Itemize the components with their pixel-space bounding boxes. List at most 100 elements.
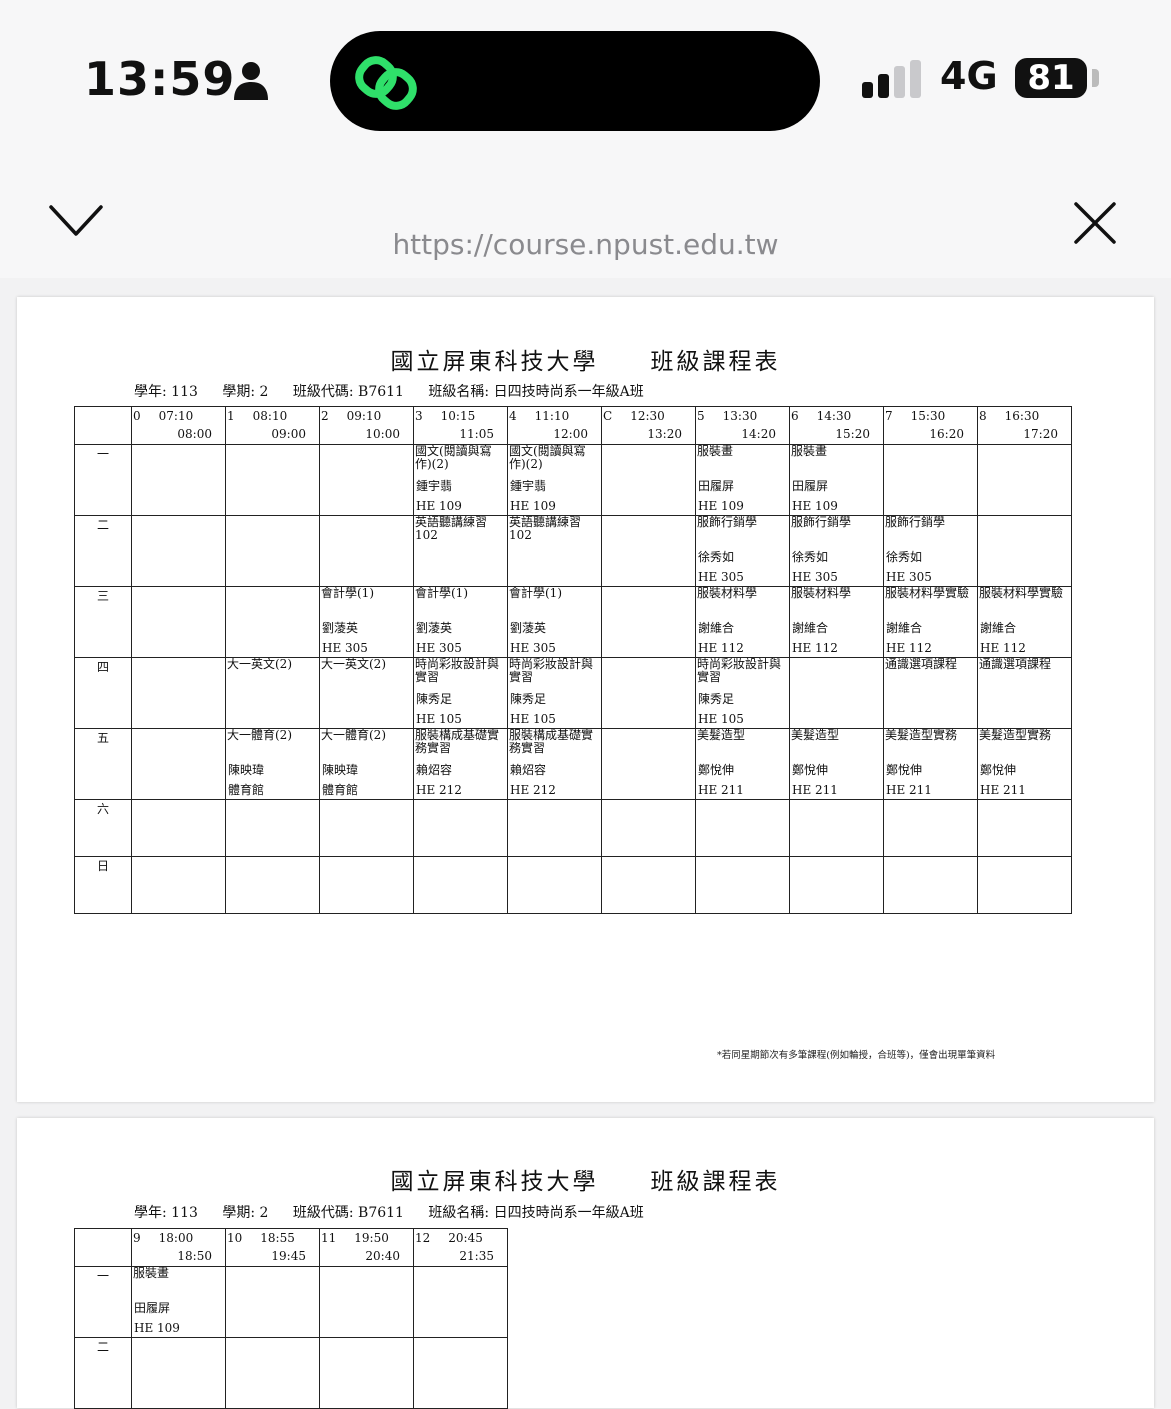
course-cell[interactable]: 國文(閱讀與寫作)(2) 鍾宇翡 HE 109 (413, 444, 508, 516)
browser-nav-bar: https://course.npust.edu.tw (0, 160, 1171, 278)
teacher-name: 賴炤容 (510, 763, 547, 777)
period-header: 4 11:10 12:00 (507, 406, 602, 445)
empty-cell (789, 799, 884, 857)
teacher-name: 謝維合 (792, 621, 829, 635)
course-cell[interactable]: 美髮造型 鄭悅伸 HE 211 (789, 728, 884, 800)
course-cell[interactable]: 服裝構成基礎實務實習 賴炤容 HE 212 (413, 728, 508, 800)
period-number: 8 (979, 409, 987, 423)
empty-cell (131, 515, 226, 587)
cellular-signal-icon (862, 60, 921, 98)
empty-cell (883, 799, 978, 857)
course-cell[interactable]: 時尚彩妝設計與實習 陳秀足 HE 105 (695, 657, 790, 729)
room: HE 305 (698, 570, 744, 584)
course-cell[interactable]: 英語聽講練習 102 (413, 515, 508, 587)
course-cell[interactable]: 國文(閱讀與寫作)(2) 鍾宇翡 HE 109 (507, 444, 602, 516)
room: HE 105 (510, 712, 556, 726)
empty-cell (225, 515, 320, 587)
course-cell[interactable]: 服裝材料學 謝維合 HE 112 (789, 586, 884, 658)
empty-cell (789, 856, 884, 914)
period-number: 9 (133, 1231, 141, 1245)
period-number: 12 (415, 1231, 431, 1245)
course-name: 時尚彩妝設計與實習 (415, 657, 500, 684)
course-cell[interactable]: 服裝畫 田履屏 HE 109 (131, 1266, 226, 1338)
period-number: 10 (227, 1231, 243, 1245)
period-header: 0 07:10 08:00 (131, 406, 226, 445)
period-start: 18:00 (158, 1231, 194, 1245)
course-cell[interactable]: 時尚彩妝設計與實習 陳秀足 HE 105 (507, 657, 602, 729)
course-cell[interactable]: 美髮造型實務 鄭悅伸 HE 211 (883, 728, 978, 800)
period-number: 3 (415, 409, 423, 423)
room: HE 109 (416, 499, 462, 513)
empty-cell (131, 586, 226, 658)
day-label: 一 (74, 1266, 132, 1338)
teacher-name: 鄭悅伸 (698, 763, 735, 777)
course-cell[interactable]: 大一英文(2) (225, 657, 320, 729)
link-app-icon (355, 56, 417, 110)
battery-icon: 81 (1015, 58, 1087, 98)
period-start: 14:30 (816, 409, 852, 423)
course-cell[interactable]: 服飾行銷學 徐秀如 HE 305 (883, 515, 978, 587)
empty-cell (413, 1337, 508, 1409)
close-icon[interactable] (1072, 200, 1118, 246)
period-start: 10:15 (440, 409, 476, 423)
course-cell[interactable]: 大一英文(2) (319, 657, 414, 729)
class-code: 班級代碼: B7611 (292, 1205, 404, 1221)
course-cell[interactable]: 服裝材料學實驗 謝維合 HE 112 (883, 586, 978, 658)
course-cell[interactable]: 服飾行銷學 徐秀如 HE 305 (695, 515, 790, 587)
period-number: 6 (791, 409, 799, 423)
period-number: 2 (321, 409, 329, 423)
course-name: 服裝構成基礎實務實習 (509, 728, 594, 755)
course-name: 美髮造型實務 (979, 728, 1052, 742)
course-cell[interactable]: 服裝構成基礎實務實習 賴炤容 HE 212 (507, 728, 602, 800)
course-name: 國文(閱讀與寫作)(2) (509, 444, 586, 471)
course-cell[interactable]: 通識選項課程 (977, 657, 1072, 729)
course-cell[interactable]: 服裝材料學實驗 謝維合 HE 112 (977, 586, 1072, 658)
course-cell[interactable]: 英語聽講練習 102 (507, 515, 602, 587)
empty-cell (601, 657, 696, 729)
course-name: 服裝畫 (697, 444, 734, 458)
course-name: 大一英文(2) (321, 657, 386, 671)
course-cell[interactable]: 大一體育(2) 陳映瑋 體育館 (319, 728, 414, 800)
course-name: 美髮造型實務 (885, 728, 958, 742)
url-label[interactable]: https://course.npust.edu.tw (0, 228, 1171, 261)
period-end: 18:50 (177, 1249, 212, 1263)
period-start: 18:55 (260, 1231, 295, 1245)
course-cell[interactable]: 通識選項課程 (883, 657, 978, 729)
period-start: 08:10 (252, 409, 288, 423)
empty-cell (225, 586, 320, 658)
period-number: 0 (133, 409, 141, 423)
course-cell[interactable]: 會計學(1) 劉蓤英 HE 305 (507, 586, 602, 658)
course-cell[interactable]: 美髮造型實務 鄭悅伸 HE 211 (977, 728, 1072, 800)
period-end: 20:40 (365, 1249, 400, 1263)
period-end: 21:35 (459, 1249, 494, 1263)
period-start: 15:30 (910, 409, 946, 423)
day-row: 一 國文(閱讀與寫作)(2) 鍾宇翡 HE 109 國文(閱讀與寫作)(2) 鍾宇翡 HE … (74, 444, 1072, 516)
course-cell[interactable]: 美髮造型 鄭悅伸 HE 211 (695, 728, 790, 800)
course-name: 會計學(1) (415, 586, 468, 600)
class-name: 班級名稱: 日四技時尚系一年級A班 (428, 1205, 644, 1221)
course-cell[interactable]: 服裝畫 田履屏 HE 109 (789, 444, 884, 516)
person-icon (234, 62, 268, 100)
period-header: C 12:30 13:20 (601, 406, 696, 445)
course-cell[interactable]: 服裝材料學 謝維合 HE 112 (695, 586, 790, 658)
course-cell[interactable]: 服裝畫 田履屏 HE 109 (695, 444, 790, 516)
teacher-name: 陳秀足 (698, 692, 735, 706)
empty-cell (413, 856, 508, 914)
room: HE 112 (698, 641, 744, 655)
period-number: 11 (321, 1231, 337, 1245)
room: HE 212 (416, 783, 462, 797)
period-header: 8 16:30 17:20 (977, 406, 1072, 445)
course-cell[interactable]: 會計學(1) 劉蓤英 HE 305 (319, 586, 414, 658)
room: HE 105 (698, 712, 744, 726)
day-label: 一 (74, 444, 132, 516)
course-cell[interactable]: 大一體育(2) 陳映瑋 體育館 (225, 728, 320, 800)
empty-cell (131, 856, 226, 914)
course-name: 服裝構成基礎實務實習 (415, 728, 500, 755)
semester: 學期: 2 (222, 1205, 269, 1221)
empty-cell (131, 728, 226, 800)
teacher-name: 田履屏 (792, 479, 829, 493)
period-number: C (603, 409, 613, 423)
course-cell[interactable]: 會計學(1) 劉蓤英 HE 305 (413, 586, 508, 658)
course-cell[interactable]: 服飾行銷學 徐秀如 HE 305 (789, 515, 884, 587)
course-cell[interactable]: 時尚彩妝設計與實習 陳秀足 HE 105 (413, 657, 508, 729)
